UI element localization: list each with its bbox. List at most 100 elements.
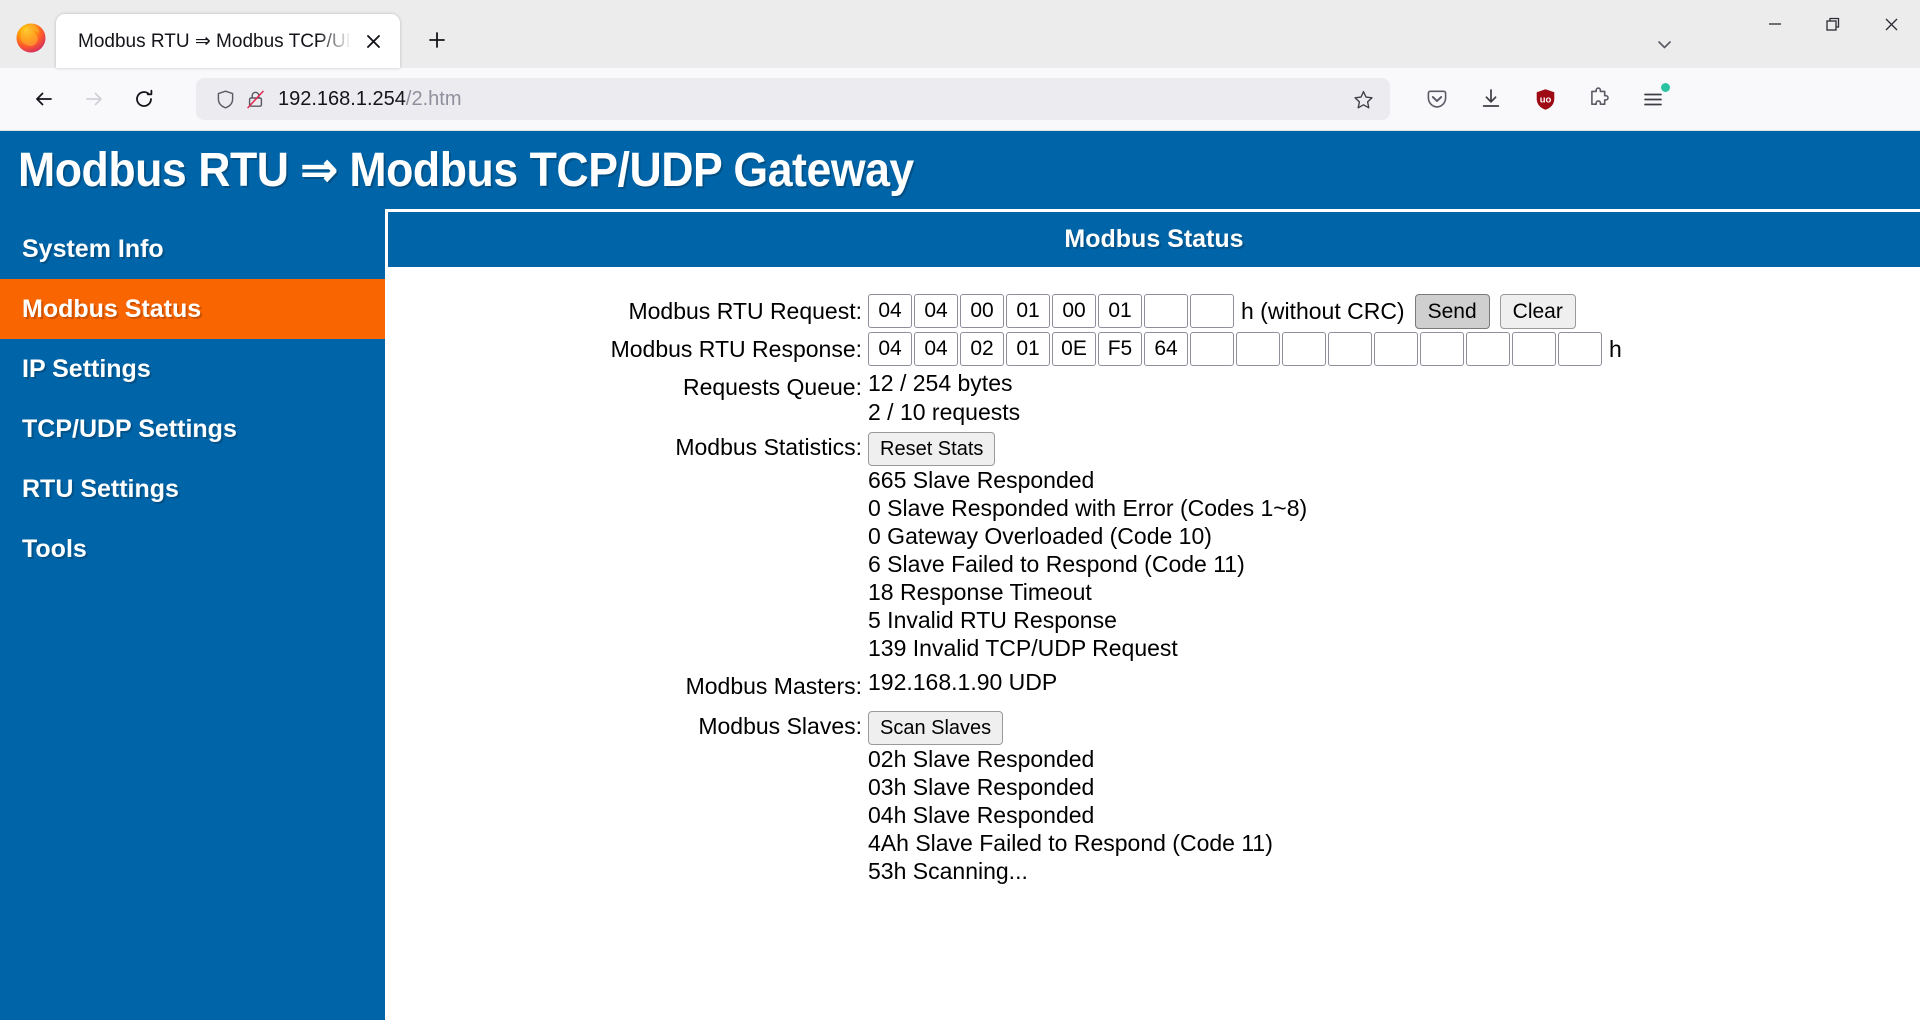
request-byte-6[interactable] (1144, 294, 1188, 328)
response-byte-5[interactable]: F5 (1098, 332, 1142, 366)
masters-label: Modbus Masters: (685, 672, 862, 699)
response-byte-13[interactable] (1466, 332, 1510, 366)
statistics-line: 665 Slave Responded (868, 466, 1095, 493)
tab-strip: Modbus RTU ⇒ Modbus TCP/UDP G (0, 0, 1920, 68)
sidebar-item-tcp-udp-settings[interactable]: TCP/UDP Settings (0, 399, 385, 459)
response-byte-12[interactable] (1420, 332, 1464, 366)
master-line: 192.168.1.90 UDP (868, 668, 1058, 695)
firefox-logo-icon (14, 20, 48, 54)
main-panel-title: Modbus Status (388, 209, 1920, 267)
request-byte-0[interactable]: 04 (868, 294, 912, 328)
sidebar-item-rtu-settings[interactable]: RTU Settings (0, 459, 385, 519)
statistics-line: 6 Slave Failed to Respond (Code 11) (868, 550, 1245, 577)
statistics-line: 0 Slave Responded with Error (Codes 1~8) (868, 494, 1308, 521)
queue-bytes-value: 12 / 254 bytes (868, 370, 1013, 396)
masters-list: 192.168.1.90 UDP (868, 668, 1920, 697)
response-byte-1[interactable]: 04 (914, 332, 958, 366)
sidebar-item-label: Tools (22, 534, 87, 563)
response-byte-10[interactable] (1328, 332, 1372, 366)
page-viewport: Modbus RTU ⇒ Modbus TCP/UDP Gateway Syst… (0, 131, 1920, 1020)
response-label: Modbus RTU Response: (610, 336, 862, 362)
close-window-button[interactable] (1862, 0, 1920, 48)
request-byte-1[interactable]: 04 (914, 294, 958, 328)
close-tab-icon[interactable] (354, 22, 392, 60)
sidebar-item-label: System Info (22, 234, 164, 263)
slaves-row: Modbus Slaves: Scan Slaves 02h Slave Res… (388, 708, 1920, 885)
list-all-tabs-chevron-down-icon[interactable] (1640, 20, 1688, 68)
statistics-list: 665 Slave Responded 0 Slave Responded wit… (868, 466, 1920, 662)
response-suffix-text: h (1609, 336, 1622, 362)
queue-requests-value: 2 / 10 requests (868, 399, 1021, 425)
response-byte-14[interactable] (1512, 332, 1556, 366)
url-bar[interactable]: 192.168.1.254/2.htm (196, 78, 1390, 120)
masters-row: Modbus Masters: 192.168.1.90 UDP (388, 668, 1920, 704)
slave-line: 4Ah Slave Failed to Respond (Code 11) (868, 829, 1273, 856)
restore-window-button[interactable] (1804, 0, 1862, 48)
modbus-status-form: Modbus RTU Request: 04 04 00 01 00 01 h (witho… (388, 267, 1920, 1020)
sidebar-item-system-info[interactable]: System Info (0, 219, 385, 279)
request-row: Modbus RTU Request: 04 04 00 01 00 01 h (witho… (388, 293, 1920, 329)
slave-line: 04h Slave Responded (868, 801, 1095, 828)
request-byte-3[interactable]: 01 (1006, 294, 1050, 328)
page-title: Modbus RTU ⇒ Modbus TCP/UDP Gateway (18, 144, 914, 197)
back-button[interactable] (22, 77, 66, 121)
response-byte-3[interactable]: 01 (1006, 332, 1050, 366)
response-row: Modbus RTU Response: 04 04 02 01 0E F5 64 h (388, 331, 1920, 367)
request-byte-4[interactable]: 00 (1052, 294, 1096, 328)
toolbar-icons: uo (1406, 77, 1676, 121)
new-tab-button[interactable] (416, 19, 458, 61)
scan-slaves-button[interactable]: Scan Slaves (868, 710, 1004, 745)
statistics-label: Modbus Statistics: (675, 434, 862, 460)
response-byte-7[interactable] (1190, 332, 1234, 366)
statistics-line: 5 Invalid RTU Response (868, 606, 1117, 633)
minimize-window-button[interactable] (1746, 0, 1804, 48)
sidebar-item-tools[interactable]: Tools (0, 519, 385, 579)
response-byte-11[interactable] (1374, 332, 1418, 366)
sidebar-item-label: Modbus Status (22, 294, 202, 323)
send-button[interactable]: Send (1414, 293, 1490, 329)
response-byte-2[interactable]: 02 (960, 332, 1004, 366)
request-byte-5[interactable]: 01 (1098, 294, 1142, 328)
sidebar-item-label: TCP/UDP Settings (22, 414, 237, 443)
response-byte-6[interactable]: 64 (1144, 332, 1188, 366)
queue-row: Requests Queue: 12 / 254 bytes 2 / 10 re… (388, 369, 1920, 427)
statistics-line: 18 Response Timeout (868, 578, 1092, 605)
slave-line: 02h Slave Responded (868, 745, 1095, 772)
slave-line: 53h Scanning... (868, 857, 1028, 884)
tab-title: Modbus RTU ⇒ Modbus TCP/UDP G (78, 30, 354, 52)
ublock-origin-icon[interactable]: uo (1522, 77, 1568, 121)
connection-not-secure-lock-icon[interactable] (240, 84, 270, 114)
bookmark-star-icon[interactable] (1346, 82, 1380, 116)
download-icon[interactable] (1468, 77, 1514, 121)
reset-stats-button[interactable]: Reset Stats (868, 431, 996, 466)
sidebar-item-modbus-status[interactable]: Modbus Status (0, 279, 385, 339)
response-byte-15[interactable] (1558, 332, 1602, 366)
extensions-puzzle-icon[interactable] (1576, 77, 1622, 121)
pocket-icon[interactable] (1414, 77, 1460, 121)
statistics-line: 139 Invalid TCP/UDP Request (868, 634, 1178, 661)
response-byte-9[interactable] (1282, 332, 1326, 366)
forward-button[interactable] (72, 77, 116, 121)
tracking-protection-shield-icon[interactable] (210, 84, 240, 114)
response-byte-8[interactable] (1236, 332, 1280, 366)
slaves-label: Modbus Slaves: (698, 712, 862, 739)
statistics-line: 0 Gateway Overloaded (Code 10) (868, 522, 1212, 549)
response-hex-row: 04 04 02 01 0E F5 64 h (868, 331, 1920, 367)
browser-tab[interactable]: Modbus RTU ⇒ Modbus TCP/UDP G (56, 14, 400, 68)
sidebar-item-label: IP Settings (22, 354, 151, 383)
update-available-badge (1661, 83, 1670, 92)
clear-button[interactable]: Clear (1499, 293, 1576, 329)
response-byte-0[interactable]: 04 (868, 332, 912, 366)
request-hex-row: 04 04 00 01 00 01 h (without CRC) Send Clear (868, 293, 1920, 329)
slave-line: 03h Slave Responded (868, 773, 1095, 800)
url-path: /2.htm (405, 87, 462, 110)
request-byte-7[interactable] (1190, 294, 1234, 328)
queue-label: Requests Queue: (682, 374, 862, 400)
request-byte-2[interactable]: 00 (960, 294, 1004, 328)
reload-button[interactable] (122, 77, 166, 121)
sidebar-item-ip-settings[interactable]: IP Settings (0, 339, 385, 399)
response-byte-4[interactable]: 0E (1052, 332, 1096, 366)
browser-window: Modbus RTU ⇒ Modbus TCP/UDP G (0, 0, 1920, 1020)
request-label: Modbus RTU Request: (628, 298, 862, 324)
hamburger-menu-icon[interactable] (1630, 77, 1676, 121)
